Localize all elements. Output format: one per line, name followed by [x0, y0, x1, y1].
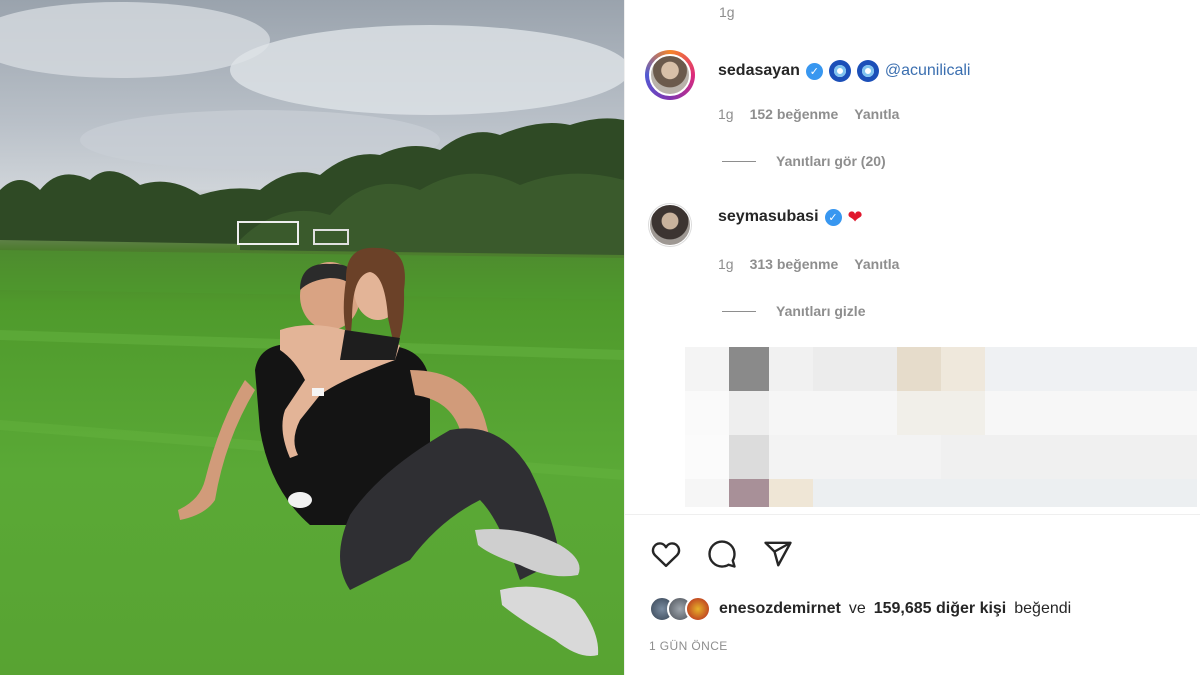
- view-replies-toggle[interactable]: Yanıtları gör (20): [722, 153, 886, 169]
- avatar[interactable]: [648, 203, 692, 247]
- comment-mention[interactable]: @acunilicali: [885, 62, 971, 80]
- post-timestamp: 1 GÜN ÖNCE: [649, 639, 728, 653]
- comment-time: 1g: [718, 256, 734, 272]
- previous-comment-time: 1g: [719, 4, 735, 20]
- comment-line: seymasubasi ✓ ❤: [718, 208, 863, 226]
- censored-reply-block: [685, 347, 1197, 507]
- paper-plane-icon[interactable]: [761, 537, 795, 571]
- likes-summary[interactable]: enesozdemirnet ve 159,685 diğer kişi beğ…: [649, 596, 1071, 622]
- replies-dash: [722, 160, 756, 162]
- liker-avatars: [649, 596, 711, 622]
- comment-time: 1g: [718, 106, 734, 122]
- avatar: [685, 596, 711, 622]
- verified-badge-icon: ✓: [805, 62, 823, 80]
- reply-button[interactable]: Yanıtla: [854, 106, 899, 122]
- comment-username[interactable]: seymasubasi: [718, 208, 819, 226]
- heart-emoji-icon: ❤: [847, 207, 863, 227]
- hide-replies-toggle[interactable]: Yanıtları gizle: [722, 303, 865, 319]
- comment-likes[interactable]: 313 beğenme: [750, 256, 839, 272]
- evil-eye-icon: [856, 60, 879, 82]
- verified-badge-icon: ✓: [824, 208, 842, 226]
- comments-panel: 1g sedasayan ✓ @acunilicali 1g 152 beğen…: [624, 0, 1200, 675]
- post-action-bar: [649, 537, 795, 571]
- avatar-image: [649, 54, 691, 96]
- likes-connector: ve: [848, 600, 866, 617]
- likes-others-count[interactable]: 159,685 diğer kişi: [874, 600, 1007, 618]
- reply-button[interactable]: Yanıtla: [854, 256, 899, 272]
- comment-line: sedasayan ✓ @acunilicali: [718, 60, 970, 82]
- replies-dash: [722, 310, 756, 312]
- avatar-image: [649, 204, 691, 246]
- comment-actions: 1g 152 beğenme Yanıtla: [718, 106, 899, 122]
- evil-eye-icon: [828, 60, 851, 82]
- liker-username[interactable]: enesozdemirnet: [719, 600, 841, 618]
- section-divider: [625, 514, 1200, 515]
- comment-actions: 1g 313 beğenme Yanıtla: [718, 256, 899, 272]
- likes-suffix: beğendi: [1014, 600, 1072, 617]
- post-photo[interactable]: [0, 0, 624, 675]
- view-replies-label: Yanıtları gör (20): [776, 153, 886, 169]
- heart-outline-icon[interactable]: [649, 537, 683, 571]
- photo-scene: [0, 2, 624, 656]
- hide-replies-label: Yanıtları gizle: [776, 303, 866, 319]
- comment-bubble-icon[interactable]: [705, 537, 739, 571]
- avatar[interactable]: [645, 50, 695, 100]
- comment-likes[interactable]: 152 beğenme: [750, 106, 839, 122]
- comment-username[interactable]: sedasayan: [718, 62, 800, 80]
